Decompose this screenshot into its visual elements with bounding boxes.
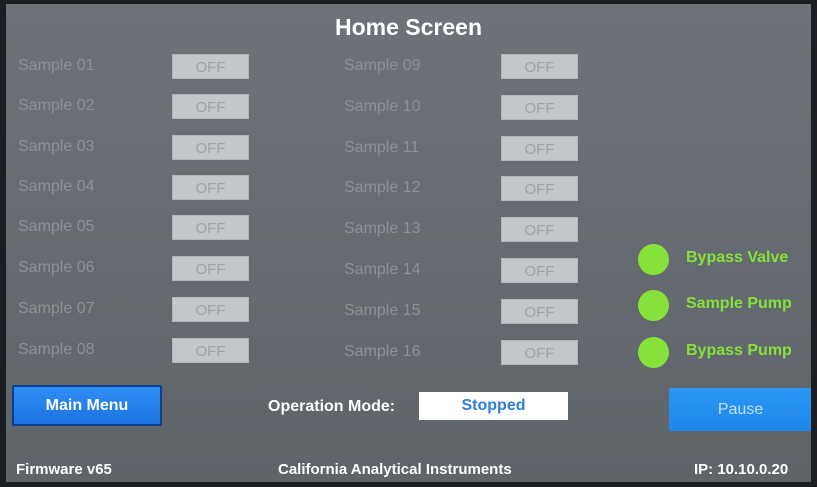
operation-mode-value: Stopped	[419, 392, 568, 420]
sample-state-box[interactable]: OFF	[172, 338, 249, 363]
sample-state-box[interactable]: OFF	[501, 136, 578, 161]
bypass-valve-label: Bypass Valve	[686, 249, 789, 266]
sample-label: Sample 10	[344, 98, 421, 115]
sample-state-box[interactable]: OFF	[172, 135, 249, 160]
sample-label: Sample 09	[344, 57, 421, 74]
sample-state-box[interactable]: OFF	[501, 95, 578, 120]
pause-button[interactable]: Pause	[669, 388, 811, 431]
sample-state-box[interactable]: OFF	[172, 215, 249, 240]
sample-label: Sample 13	[344, 220, 421, 237]
sample-label: Sample 12	[344, 179, 421, 196]
bypass-pump-indicator-icon	[638, 337, 669, 368]
sample-label: Sample 01	[18, 57, 95, 74]
sample-state-box[interactable]: OFF	[501, 340, 578, 365]
sample-pump-indicator-icon	[638, 290, 669, 321]
sample-label: Sample 15	[344, 302, 421, 319]
bypass-valve-indicator-icon	[638, 244, 669, 275]
sample-label: Sample 03	[18, 138, 95, 155]
operation-mode-label: Operation Mode:	[268, 398, 396, 415]
sample-state-box[interactable]: OFF	[172, 297, 249, 322]
sample-label: Sample 08	[18, 341, 95, 358]
ip-address: IP: 10.10.0.20	[694, 461, 789, 478]
sample-state-box[interactable]: OFF	[501, 176, 578, 201]
sample-state-box[interactable]: OFF	[172, 175, 249, 200]
firmware-version: Firmware v65	[16, 461, 112, 478]
sample-state-box[interactable]: OFF	[501, 299, 578, 324]
sample-label: Sample 14	[344, 261, 421, 278]
sample-label: Sample 02	[18, 97, 95, 114]
sample-state-box[interactable]: OFF	[172, 94, 249, 119]
sample-pump-label: Sample Pump	[686, 295, 792, 312]
sample-state-box[interactable]: OFF	[501, 217, 578, 242]
sample-state-box[interactable]: OFF	[172, 54, 249, 79]
sample-label: Sample 06	[18, 259, 95, 276]
sample-label: Sample 05	[18, 218, 95, 235]
hmi-screen: Home Screen Sample 01 OFF Sample 02 OFF …	[6, 4, 811, 482]
company-name: California Analytical Instruments	[278, 461, 512, 478]
sample-label: Sample 11	[344, 139, 420, 156]
bypass-pump-label: Bypass Pump	[686, 342, 792, 359]
sample-label: Sample 04	[18, 178, 95, 195]
main-menu-button[interactable]: Main Menu	[12, 385, 162, 426]
sample-state-box[interactable]: OFF	[501, 258, 578, 283]
sample-label: Sample 07	[18, 300, 95, 317]
sample-state-box[interactable]: OFF	[172, 256, 249, 281]
page-title: Home Screen	[334, 14, 482, 40]
sample-state-box[interactable]: OFF	[501, 54, 578, 79]
sample-label: Sample 16	[344, 343, 421, 360]
